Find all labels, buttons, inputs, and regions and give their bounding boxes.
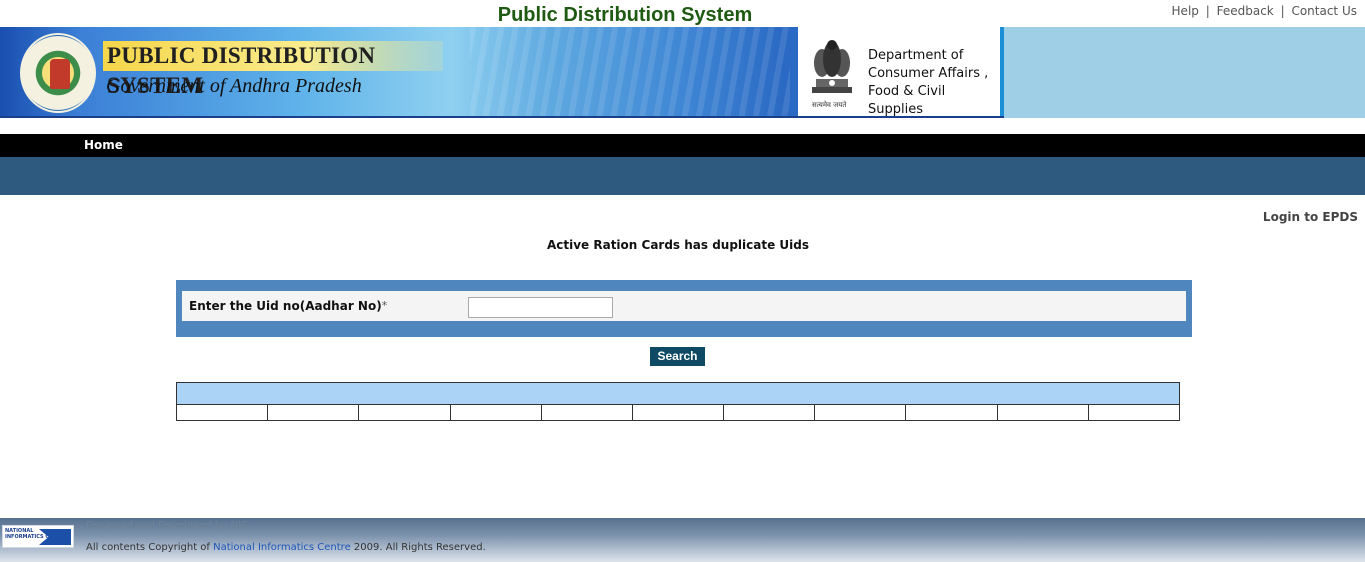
andhra-pradesh-emblem-icon — [20, 33, 96, 113]
uid-input[interactable] — [468, 297, 613, 318]
search-button[interactable]: Search — [650, 347, 705, 366]
footer-designed-by: Designed and Developed by NIC. — [86, 520, 252, 531]
table-cell — [905, 404, 998, 421]
emblem-center-icon — [50, 59, 70, 89]
table-row — [175, 404, 1181, 421]
table-cell — [1087, 404, 1181, 421]
ashoka-emblem-icon — [812, 40, 852, 93]
site-title: Public Distribution System — [497, 4, 753, 26]
table-cell — [449, 404, 542, 421]
footer-copyright: All contents Copyright of National Infor… — [86, 542, 486, 553]
table-header-cell — [176, 382, 1180, 405]
nic-link[interactable]: National Informatics Centre — [213, 542, 351, 553]
banner-decoration — [470, 27, 790, 116]
sub-nav-band — [0, 157, 1365, 195]
table-cell — [358, 404, 451, 421]
link-separator: | — [1205, 4, 1210, 18]
department-box: सत्यमेव जयते Department of Consumer Affa… — [798, 27, 1004, 116]
nav-bar: Home — [0, 134, 1365, 157]
department-line: Consumer Affairs , — [868, 66, 989, 81]
banner-subtitle: Government of Andhra Pradesh — [106, 75, 362, 97]
uid-form-panel: Enter the Uid no(Aadhar No)* — [176, 280, 1192, 337]
copyright-suffix: 2009. All Rights Reserved. — [353, 542, 486, 553]
page-heading: Active Ration Cards has duplicate Uids — [546, 238, 810, 252]
help-link[interactable]: Help — [1172, 4, 1199, 18]
result-table — [175, 382, 1181, 421]
login-epds-link[interactable]: Login to EPDS — [1263, 210, 1358, 224]
department-line: Department of — [868, 48, 964, 63]
table-cell — [631, 404, 725, 421]
table-cell — [814, 404, 907, 421]
copyright-prefix: All contents Copyright of — [86, 542, 210, 553]
table-cell — [267, 404, 360, 421]
feedback-link[interactable]: Feedback — [1217, 4, 1274, 18]
banner-row: PUBLIC DISTRIBUTION SYSTEM Government of… — [0, 27, 1365, 118]
banner-title: PUBLIC DISTRIBUTION SYSTEM — [103, 41, 443, 98]
table-header-row — [176, 382, 1180, 405]
nic-logo-icon: NATIONAL INFORMATICS CENTRE — [2, 525, 74, 548]
uid-label-text: Enter the Uid no(Aadhar No) — [189, 299, 382, 313]
department-line: Food & Civil Supplies — [868, 84, 946, 117]
footer: NATIONAL INFORMATICS CENTRE Designed and… — [0, 518, 1365, 562]
nav-home-link[interactable]: Home — [84, 138, 123, 152]
table-cell — [996, 404, 1089, 421]
uid-label: Enter the Uid no(Aadhar No)* — [189, 299, 387, 313]
emblem-motto: सत्यमेव जयते — [812, 101, 847, 109]
required-mark: * — [381, 299, 388, 312]
uid-form-row: Enter the Uid no(Aadhar No)* — [182, 291, 1186, 321]
table-cell — [540, 404, 633, 421]
top-links: Help | Feedback | Contact Us — [1172, 4, 1357, 18]
link-separator: | — [1280, 4, 1285, 18]
table-cell — [723, 404, 816, 421]
table-cell — [175, 404, 269, 421]
banner: PUBLIC DISTRIBUTION SYSTEM Government of… — [0, 27, 1004, 118]
department-text: Department of Consumer Affairs , Food & … — [868, 47, 1000, 117]
contact-us-link[interactable]: Contact Us — [1291, 4, 1357, 18]
